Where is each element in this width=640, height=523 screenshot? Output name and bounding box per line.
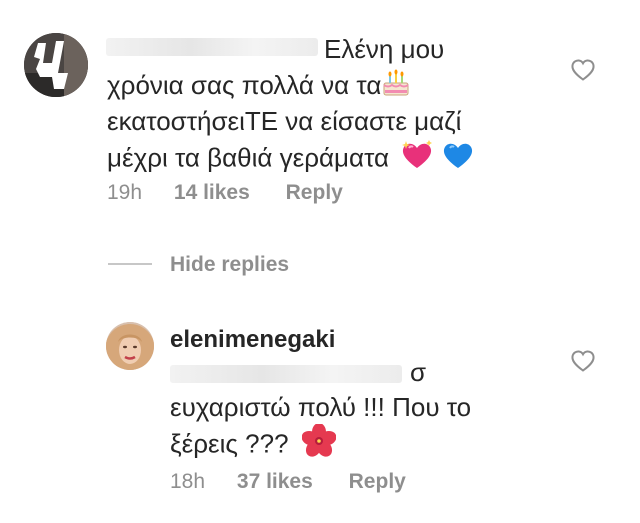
comment-text-line-2-text: χρόνια σας πολλά να τα xyxy=(107,70,382,100)
blue-heart-icon xyxy=(441,139,475,180)
sparkling-heart-icon xyxy=(400,139,434,180)
hide-replies-button[interactable]: Hide replies xyxy=(170,253,289,277)
hibiscus-icon xyxy=(301,423,337,467)
reply-avatar[interactable] xyxy=(106,322,154,370)
reply-text-line-1: σ xyxy=(410,357,427,387)
hide-replies-line xyxy=(108,263,152,265)
reply-reply-button[interactable]: Reply xyxy=(349,470,406,493)
redacted-username xyxy=(106,38,318,56)
commenter-avatar[interactable] xyxy=(24,33,88,97)
reply-username[interactable]: elenimenegaki xyxy=(170,326,335,354)
reply-like-heart-icon[interactable] xyxy=(570,349,596,373)
reply-likes[interactable]: 37 likes xyxy=(237,470,313,493)
comment-meta: 19h 14 likes Reply xyxy=(107,181,343,205)
reply-text-line-3-text: ξέρεις ??? xyxy=(170,428,289,459)
reply-text-line-2: ευχαριστώ πολύ !!! Που το xyxy=(170,392,472,422)
comment-likes[interactable]: 14 likes xyxy=(174,181,250,204)
reply-meta: 18h 37 likes Reply xyxy=(170,470,406,494)
comment-text-line-3: εκατοστήσειΤΕ να είσαστε μαζί xyxy=(107,106,462,136)
comment-text-line-1: Ελένη μου xyxy=(324,34,445,64)
redacted-mention xyxy=(170,365,402,383)
reply-time: 18h xyxy=(170,470,206,493)
like-heart-icon[interactable] xyxy=(570,58,596,82)
reply-text-line-3: ξέρεις ??? xyxy=(170,423,337,467)
comment-text-line-2: χρόνια σας πολλά να τα xyxy=(107,67,411,107)
birthday-cake-icon xyxy=(381,68,411,107)
comment-time: 19h xyxy=(107,181,143,204)
comment-reply-button[interactable]: Reply xyxy=(286,181,343,204)
comment-text-line-4: μέχρι τα βαθιά γεράματα xyxy=(107,139,475,180)
comment-text-line-4-text: μέχρι τα βαθιά γεράματα xyxy=(107,142,390,173)
